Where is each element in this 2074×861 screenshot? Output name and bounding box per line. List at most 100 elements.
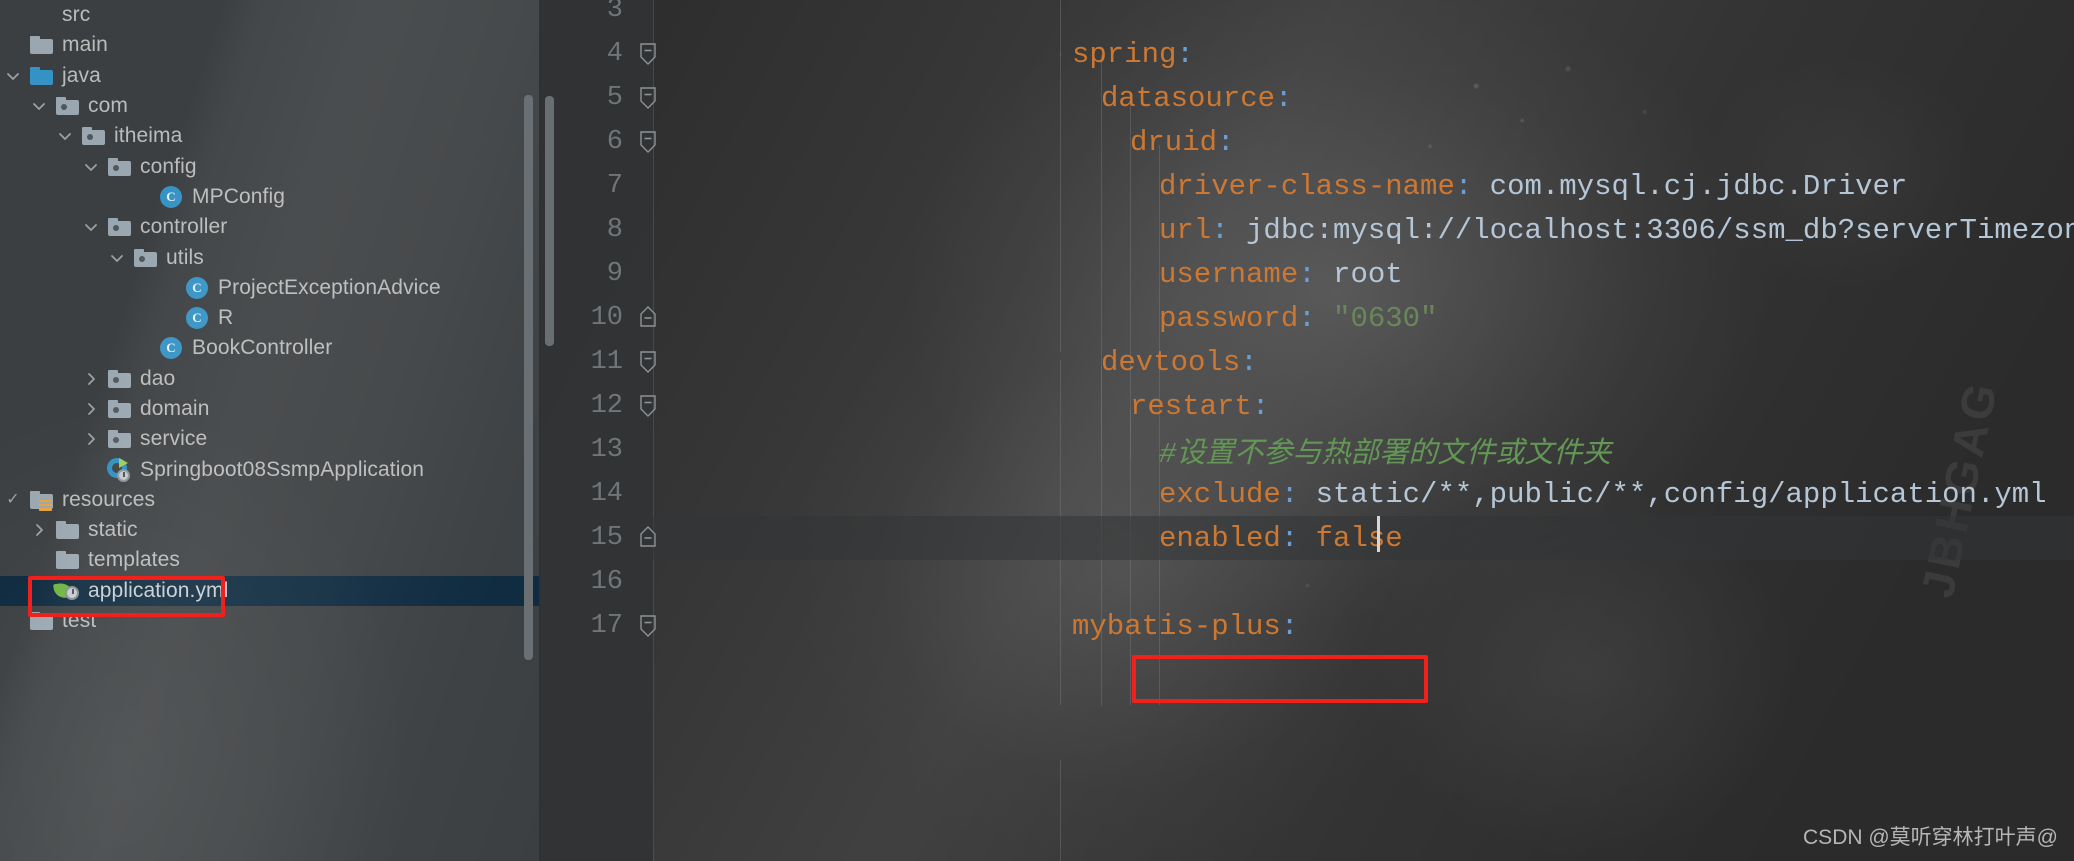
code-line-4[interactable]: 4 spring: — [541, 32, 2074, 76]
tree-item-src[interactable]: src — [0, 0, 541, 30]
tree-item-projectexceptionadvice[interactable]: C ProjectExceptionAdvice — [0, 273, 541, 303]
source-folder-icon — [29, 66, 53, 85]
code-token: : — [1280, 609, 1299, 643]
tree-item-templates[interactable]: templates — [0, 545, 541, 575]
code-token: root — [1315, 257, 1403, 291]
tree-item-label: resources — [62, 487, 156, 511]
chevron-right-icon[interactable] — [78, 431, 104, 447]
tree-item-label: utils — [166, 245, 204, 269]
sidebar-scrollbar[interactable] — [524, 95, 533, 660]
tree-item-label: MPConfig — [192, 184, 286, 208]
code-line-11[interactable]: 11 devtools: — [541, 340, 2074, 384]
tree-item-static[interactable]: static — [0, 515, 541, 545]
code-token: password — [1159, 301, 1299, 335]
line-number: 9 — [606, 259, 623, 289]
chevron-down-icon[interactable] — [0, 68, 26, 84]
project-tree[interactable]: src main java com itheima config C MPConfig cont… — [0, 0, 541, 636]
tree-item-label: main — [62, 33, 108, 57]
line-number: 15 — [590, 523, 623, 553]
chevron-down-icon[interactable] — [104, 250, 130, 266]
tree-item-java[interactable]: java — [0, 61, 541, 91]
tree-item-domain[interactable]: domain — [0, 394, 541, 424]
code-token: : — [1280, 521, 1299, 555]
code-line-13[interactable]: 13 #设置不参与热部署的文件或文件夹 — [541, 428, 2074, 472]
code-line-3[interactable]: 3 — [541, 0, 2074, 32]
line-number: 17 — [590, 611, 623, 641]
spring-yaml-icon — [53, 581, 80, 601]
tree-item-main[interactable]: main — [0, 30, 541, 60]
tree-item-springboot08ssmpapplication[interactable]: Springboot08SsmpApplication — [0, 454, 541, 484]
code-token: : — [1280, 477, 1299, 511]
package-icon — [107, 369, 131, 388]
code-token: exclude — [1159, 477, 1281, 511]
tree-item-label: domain — [140, 397, 210, 420]
line-number: 13 — [590, 435, 623, 465]
tree-item-dao[interactable]: dao — [0, 364, 541, 394]
line-number: 3 — [606, 0, 623, 25]
project-tree-panel[interactable]: src main java com itheima config C MPConfig cont… — [0, 0, 541, 861]
chevron-right-icon[interactable] — [78, 371, 104, 387]
code-line-14[interactable]: 14 exclude: static/**,public/**,config/ap… — [541, 472, 2074, 516]
code-line-7[interactable]: 7 driver-class-name: com.mysql.cj.jdbc.Dr… — [541, 164, 2074, 208]
tree-item-config[interactable]: config — [0, 151, 541, 181]
code-line-12[interactable]: 12 restart: — [541, 384, 2074, 428]
code-token: url — [1159, 213, 1212, 247]
code-token: static/**,public/**,config/application.y… — [1298, 477, 2047, 511]
java-class-icon: C — [186, 276, 208, 299]
code-line-8[interactable]: 8 url: jdbc:mysql://localhost:3306/ssm_db… — [541, 208, 2074, 252]
code-lines[interactable]: 3 4 spring: 5 datasource: 6 druid: 7 driver-clas… — [541, 0, 2074, 861]
line-number: 12 — [590, 391, 623, 421]
code-line-9[interactable]: 9 username: root — [541, 252, 2074, 296]
tree-item-utils[interactable]: utils — [0, 242, 541, 272]
code-token: driver-class-name — [1159, 169, 1455, 203]
code-line-10[interactable]: 10 password: "0630" — [541, 296, 2074, 340]
fold-collapse-icon[interactable] — [637, 85, 657, 109]
tree-item-label: static — [88, 518, 138, 542]
code-line-6[interactable]: 6 druid: — [541, 120, 2074, 164]
chevron-right-icon[interactable] — [26, 522, 52, 538]
line-number: 14 — [590, 479, 623, 509]
tree-item-bookcontroller[interactable]: C BookController — [0, 333, 541, 363]
tree-item-label: service — [140, 427, 208, 451]
fold-collapse-icon[interactable] — [637, 349, 657, 373]
package-icon — [107, 157, 131, 176]
fold-end-icon[interactable] — [637, 525, 657, 547]
chevron-down-icon[interactable] — [78, 159, 104, 175]
line-number: 16 — [590, 567, 623, 597]
code-token: : — [1211, 213, 1229, 247]
tree-item-test[interactable]: test — [0, 606, 541, 636]
fold-collapse-icon[interactable] — [637, 613, 657, 637]
code-token: : — [1298, 257, 1316, 291]
tree-item-service[interactable]: service — [0, 424, 541, 454]
chevron-down-icon[interactable] — [26, 98, 52, 114]
chevron-down-icon[interactable] — [78, 219, 104, 235]
package-icon — [133, 248, 157, 267]
code-line-17[interactable]: 17 mybatis-plus: — [541, 604, 2074, 648]
chevron-right-icon[interactable] — [78, 401, 104, 417]
chevron-down-icon[interactable] — [52, 128, 78, 144]
folder-icon — [29, 612, 53, 631]
line-number: 10 — [590, 303, 623, 333]
tree-item-resources[interactable]: ✓ resources — [0, 485, 541, 515]
tree-item-mpconfig[interactable]: C MPConfig — [0, 182, 541, 212]
tree-item-r[interactable]: CR — [0, 303, 541, 333]
tree-item-com[interactable]: com — [0, 91, 541, 121]
code-line-15[interactable]: 15 enabled: false — [541, 516, 2074, 560]
ide-window: src main java com itheima config C MPConfig cont… — [0, 0, 2074, 861]
code-line-5[interactable]: 5 datasource: — [541, 76, 2074, 120]
code-token: devtools — [1101, 345, 1241, 379]
tree-item-controller[interactable]: controller — [0, 212, 541, 242]
code-token: : — [1454, 169, 1473, 203]
fold-collapse-icon[interactable] — [637, 393, 657, 417]
fold-collapse-icon[interactable] — [637, 41, 657, 65]
tree-item-itheima[interactable]: itheima — [0, 121, 541, 151]
java-class-icon: C — [160, 185, 182, 208]
tree-item-label: config — [140, 154, 197, 178]
tree-item-application-yml[interactable]: application.yml — [0, 575, 541, 606]
code-editor[interactable]: JBHGAG 34spring:5datasource:6druid:7driv… — [541, 0, 2074, 861]
fold-collapse-icon[interactable] — [637, 129, 657, 153]
code-line-16[interactable]: 16 — [541, 560, 2074, 604]
line-number: 6 — [606, 127, 623, 157]
fold-end-icon[interactable] — [637, 305, 657, 327]
module-check-icon[interactable]: ✓ — [0, 491, 26, 508]
